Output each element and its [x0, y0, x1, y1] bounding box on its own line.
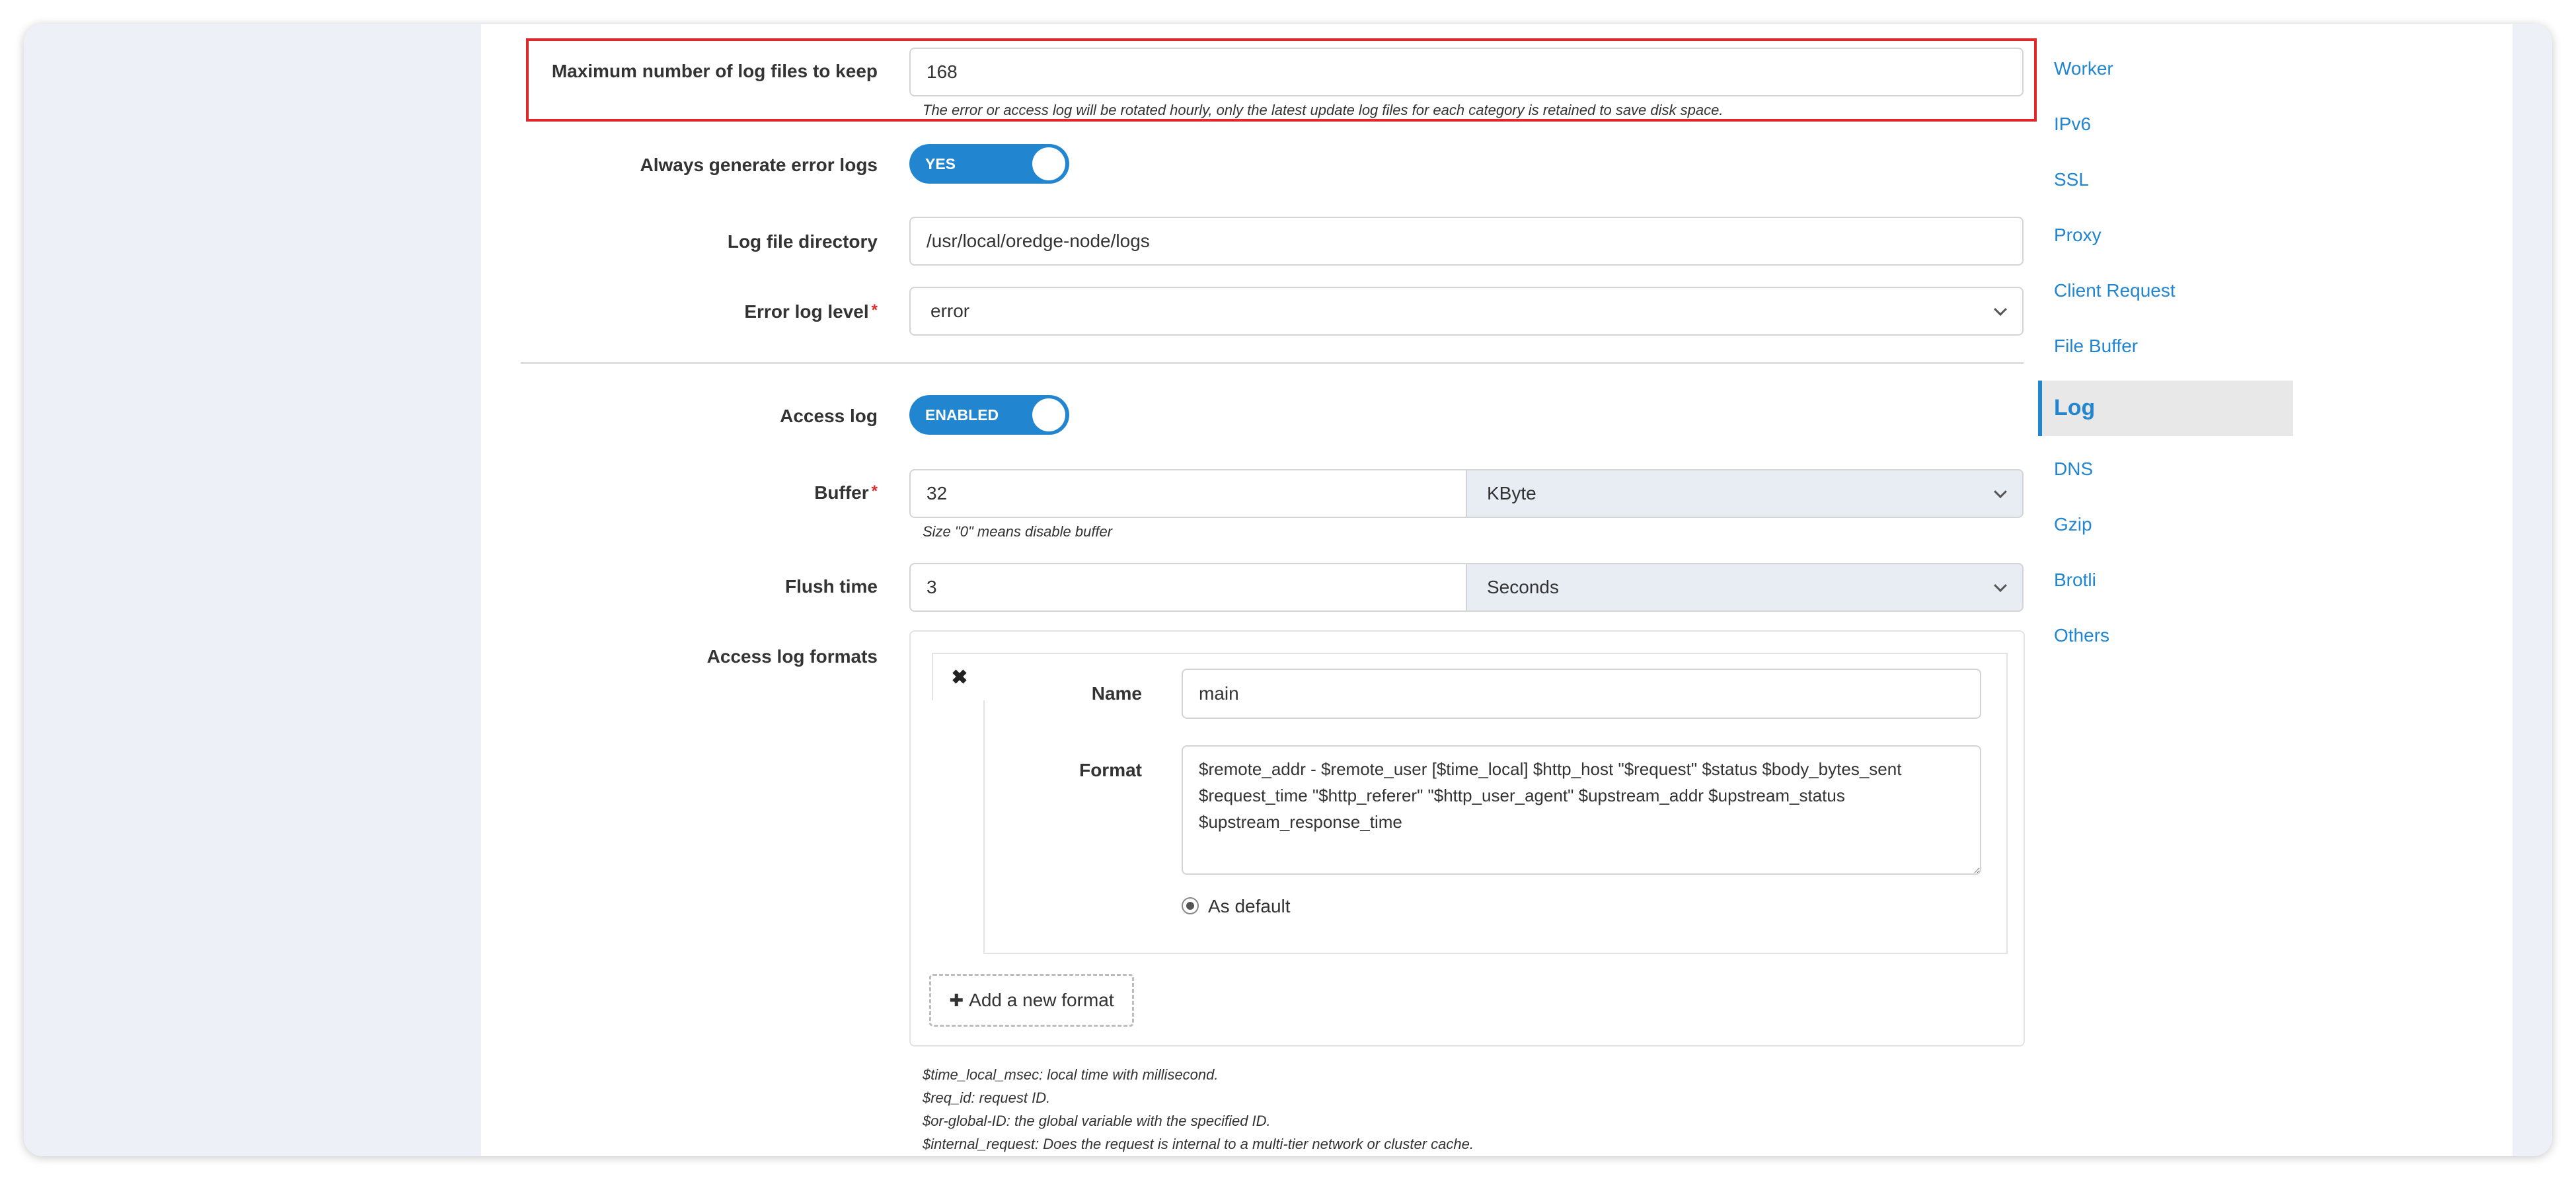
toggle-text: ENABLED: [925, 406, 999, 424]
nav-item-brotli[interactable]: Brotli: [2054, 570, 2096, 591]
chevron-down-icon: [1994, 303, 2007, 316]
nav-item-ssl[interactable]: SSL: [2054, 169, 2089, 190]
access-log-label: Access log: [780, 406, 878, 426]
nav-item-worker[interactable]: Worker: [2054, 58, 2113, 79]
always-error-logs-label: Always generate error logs: [640, 155, 878, 175]
access-log-formats-card: ✖ Name main Format $remote_addr - $remot…: [909, 630, 2025, 1047]
main-content: Maximum number of log files to keep 168 …: [481, 24, 2513, 1156]
footnote: $req_id: request ID.: [923, 1089, 1051, 1106]
max-log-files-hint: The error or access log will be rotated …: [923, 102, 1724, 118]
chevron-down-icon: [1994, 579, 2007, 593]
buffer-unit-select[interactable]: KByte: [1467, 469, 2024, 518]
buffer-unit-value: KByte: [1487, 483, 1536, 503]
nav-item-proxy[interactable]: Proxy: [2054, 225, 2102, 246]
max-log-files-label: Maximum number of log files to keep: [551, 61, 878, 81]
buffer-input[interactable]: 32: [909, 469, 1467, 518]
footnote: $internal_request: Does the request is i…: [923, 1136, 1474, 1152]
required-mark: *: [871, 301, 878, 319]
add-format-button[interactable]: ✚ Add a new format: [929, 974, 1134, 1027]
app-window: Maximum number of log files to keep 168 …: [24, 24, 2552, 1156]
format-name-input[interactable]: main: [1182, 669, 1981, 719]
nav-item-client-request[interactable]: Client Request: [2054, 280, 2176, 301]
buffer-label-text: Buffer: [814, 482, 869, 503]
radio-dot: [1186, 902, 1194, 910]
flush-time-unit-value: Seconds: [1487, 577, 1559, 597]
buffer-hint: Size "0" means disable buffer: [923, 523, 1113, 540]
toggle-text: YES: [925, 155, 956, 172]
plus-icon: ✚: [949, 990, 964, 1010]
default-radio-label: As default: [1208, 896, 1291, 916]
always-error-logs-toggle[interactable]: YES: [909, 144, 1069, 184]
max-log-files-input[interactable]: 168: [909, 48, 2024, 96]
buffer-label: Buffer *: [501, 482, 878, 503]
nav-item-log-label: Log: [2054, 395, 2096, 420]
nav-item-dns[interactable]: DNS: [2054, 459, 2093, 480]
error-log-level-value: error: [930, 301, 970, 321]
close-icon[interactable]: ✖: [932, 653, 986, 700]
log-dir-label: Log file directory: [727, 231, 878, 252]
flush-time-unit-select[interactable]: Seconds: [1467, 563, 2024, 612]
format-name-label: Name: [1091, 683, 1142, 704]
add-format-label: Add a new format: [969, 990, 1114, 1010]
error-log-level-text: Error log level: [744, 301, 869, 322]
flush-time-input[interactable]: 3: [909, 563, 1467, 612]
nav-item-others[interactable]: Others: [2054, 625, 2109, 646]
nav-item-ipv6[interactable]: IPv6: [2054, 114, 2091, 135]
footnote: $or-global-ID: the global variable with …: [923, 1113, 1271, 1129]
section-divider: [521, 362, 2024, 364]
close-tab-side: [932, 653, 933, 700]
access-log-formats-label: Access log formats: [706, 646, 878, 667]
toggle-knob: [1032, 147, 1065, 180]
error-log-level-label: Error log level *: [501, 301, 878, 322]
nav-item-file-buffer[interactable]: File Buffer: [2054, 336, 2138, 357]
required-mark: *: [871, 482, 878, 500]
flush-time-label: Flush time: [784, 576, 878, 597]
format-label: Format: [1079, 760, 1142, 780]
toggle-knob: [1032, 398, 1065, 431]
log-dir-input[interactable]: /usr/local/oredge-node/logs: [909, 217, 2024, 266]
error-log-level-select[interactable]: error: [909, 287, 2024, 336]
default-radio[interactable]: [1182, 897, 1199, 914]
nav-item-gzip[interactable]: Gzip: [2054, 514, 2092, 535]
access-log-toggle[interactable]: ENABLED: [909, 395, 1069, 435]
footnote: $time_local_msec: local time with millis…: [923, 1066, 1219, 1083]
format-textarea[interactable]: $remote_addr - $remote_user [$time_local…: [1182, 745, 1981, 875]
chevron-down-icon: [1994, 485, 2007, 499]
